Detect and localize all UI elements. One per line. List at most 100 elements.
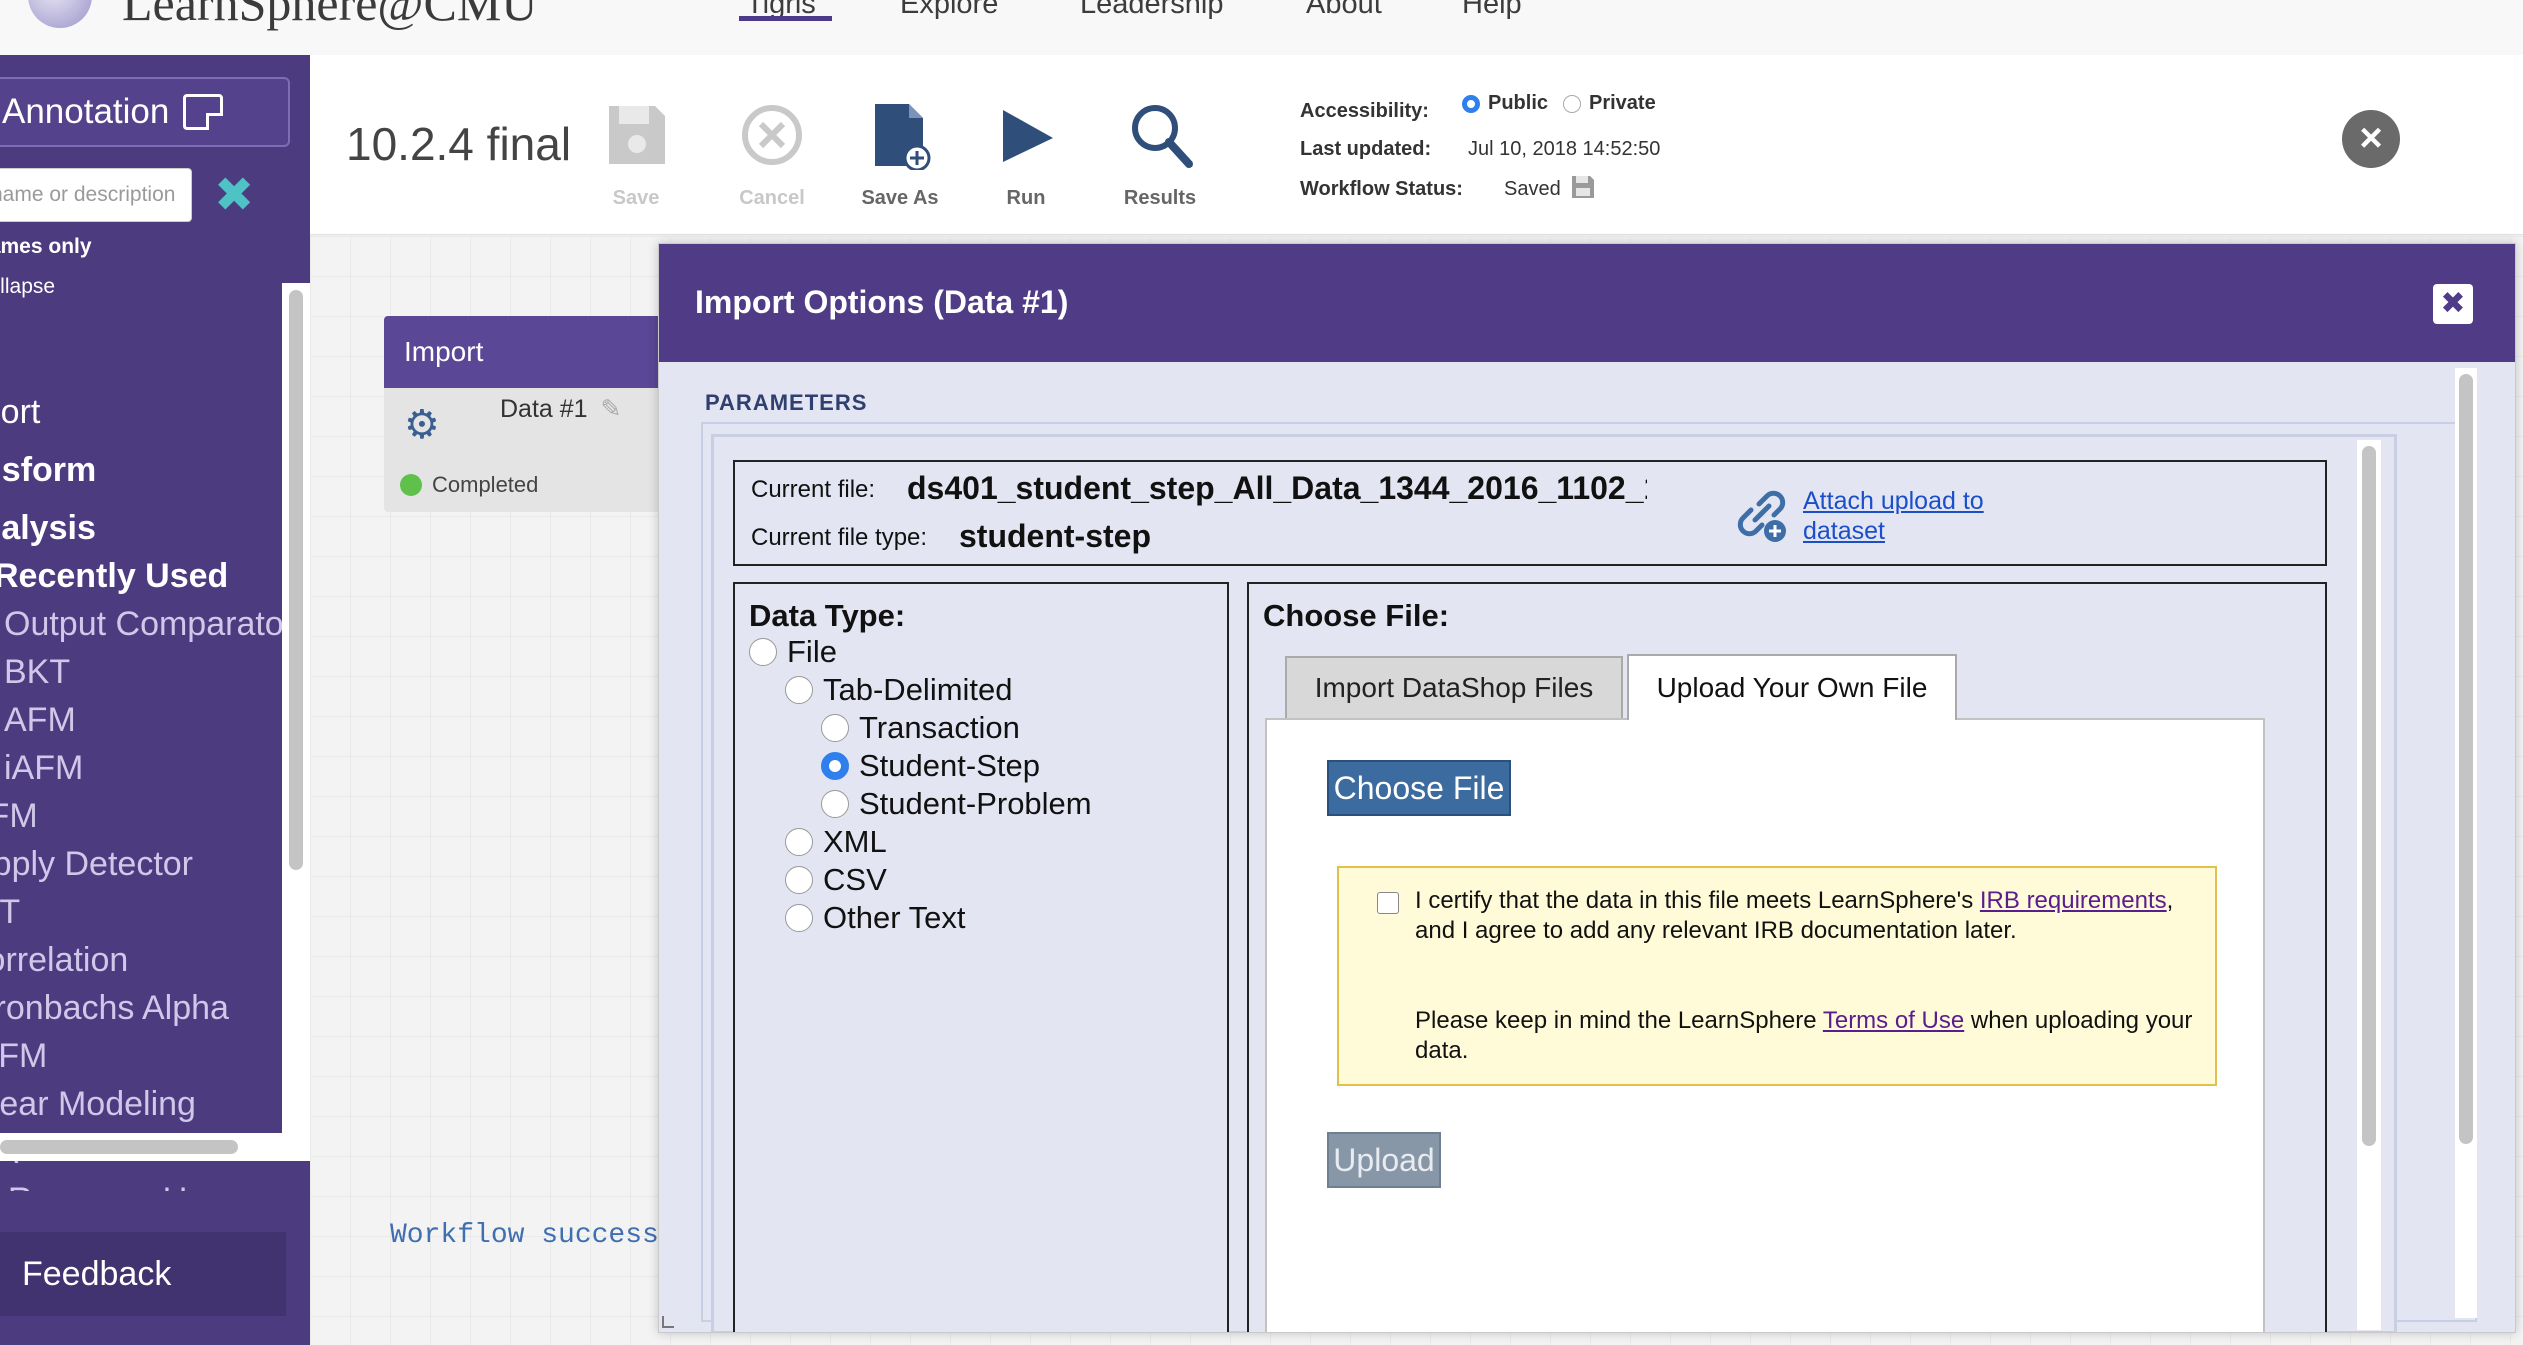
radio-unchecked-icon: [821, 714, 849, 742]
floppy-disk-icon: [609, 106, 665, 164]
data-type-label: Other Text: [823, 900, 966, 935]
tree-item-output-comparator[interactable]: Output Comparator: [4, 605, 282, 644]
resize-grip-icon[interactable]: [662, 1316, 674, 1328]
saved-floppy-icon: [1572, 176, 1594, 198]
clear-x-icon[interactable]: ✖: [214, 172, 254, 220]
data-type-xml[interactable]: XML: [785, 824, 887, 860]
node-data-text: Data #1: [500, 395, 588, 423]
data-type-student-step[interactable]: Student-Step: [821, 748, 1040, 784]
note-icon: [183, 94, 224, 130]
tab-upload-your-own-file[interactable]: Upload Your Own File: [1627, 654, 1957, 720]
save-label: Save: [612, 187, 660, 209]
component-search-input[interactable]: [0, 168, 192, 222]
run-button[interactable]: Run: [966, 100, 1086, 210]
radio-unchecked-icon: [749, 638, 777, 666]
last-updated-value: Jul 10, 2018 14:52:50: [1468, 138, 1661, 160]
current-file-type-label: Current file type:: [751, 524, 928, 551]
tree-item-correlation[interactable]: Correlation: [0, 941, 128, 980]
radio-unchecked-icon: [785, 866, 813, 894]
status-dot-icon: [400, 474, 422, 496]
terms-prefix: Please keep in mind the LearnSphere: [1415, 1007, 1823, 1034]
pencil-icon[interactable]: ✎: [601, 395, 622, 423]
data-type-label: CSV: [823, 862, 887, 897]
last-updated-label: Last updated:: [1300, 138, 1432, 160]
collapse-option[interactable]: collapse: [0, 275, 55, 299]
run-label: Run: [1006, 187, 1046, 209]
tree-item-apply-detector[interactable]: Apply Detector: [0, 845, 193, 884]
feedback-button[interactable]: Feedback: [0, 1232, 286, 1316]
tree-item-transform[interactable]: Transform: [0, 451, 96, 490]
sidebar-horizontal-scroll-thumb[interactable]: [0, 1140, 238, 1154]
close-circle-icon[interactable]: ×: [2342, 110, 2400, 168]
save-as-label: Save As: [861, 187, 939, 209]
tree-item-cronbachs-alpha[interactable]: Cronbachs Alpha: [0, 989, 229, 1028]
radio-unchecked-icon: [785, 676, 813, 704]
cancel-circle-icon: [742, 105, 802, 165]
brand-name[interactable]: LearnSphere@CMU: [122, 0, 537, 32]
nav-link-help[interactable]: Help: [1462, 0, 1522, 21]
workflow-title[interactable]: 10.2.4 final: [346, 117, 571, 171]
gear-icon[interactable]: ⚙: [404, 402, 440, 448]
parameters-vertical-scroll-thumb[interactable]: [2362, 446, 2376, 1146]
sidebar-vertical-scroll-thumb[interactable]: [289, 290, 303, 870]
dialog-vertical-scroll-thumb[interactable]: [2459, 374, 2473, 1144]
private-radio[interactable]: Private: [1563, 92, 1656, 115]
tree-item-iafm[interactable]: iAFM: [4, 749, 83, 788]
workflow-status-value: Saved: [1504, 178, 1561, 200]
dialog-title: Import Options (Data #1): [695, 284, 1069, 320]
attach-upload-link[interactable]: Attach upload to dataset: [1803, 486, 2023, 546]
tab-import-datashop-files[interactable]: Import DataShop Files: [1285, 656, 1623, 718]
upload-button[interactable]: Upload: [1327, 1132, 1441, 1188]
tree-item-bkt[interactable]: BKT: [4, 653, 70, 692]
nav-link-about[interactable]: About: [1306, 0, 1382, 21]
save-as-document-icon: [875, 104, 931, 172]
import-component-node[interactable]: Import ⚙ Data #1 ✎ Completed: [384, 316, 684, 512]
nav-link-leadership[interactable]: Leadership: [1080, 0, 1224, 21]
node-data-label[interactable]: Data #1 ✎: [500, 394, 621, 424]
nav-link-explore[interactable]: Explore: [900, 0, 998, 21]
current-file-label: Current file:: [751, 476, 876, 503]
data-type-label: Student-Problem: [859, 786, 1092, 821]
names-only-option[interactable]: names only: [0, 235, 92, 259]
data-type-csv[interactable]: CSV: [785, 862, 887, 898]
irb-requirements-link[interactable]: IRB requirements: [1980, 887, 2167, 914]
cancel-button[interactable]: Cancel: [712, 100, 832, 210]
tree-item-afm[interactable]: AFM: [4, 701, 76, 740]
globe-logo-icon[interactable]: [28, 0, 92, 28]
tree-item-linear-modeling[interactable]: Linear Modeling: [0, 1085, 196, 1124]
data-type-transaction[interactable]: Transaction: [821, 710, 1020, 746]
tree-item-analysis[interactable]: Analysis: [0, 509, 96, 548]
certify-checkbox[interactable]: [1377, 892, 1399, 914]
magnifier-icon: [1132, 105, 1193, 168]
tree-item-iafm-2[interactable]: iAFM: [0, 1037, 47, 1076]
data-type-label: Student-Step: [859, 748, 1040, 783]
certify-text: I certify that the data in this file mee…: [1415, 886, 2195, 946]
accessibility-label: Accessibility:: [1300, 100, 1429, 122]
link-plus-icon[interactable]: [1729, 484, 1791, 546]
radio-unchecked-icon: [785, 904, 813, 932]
component-tree: Import Transform Analysis Recently Used …: [0, 335, 282, 1191]
tree-item-recently-used[interactable]: Recently Used: [0, 557, 228, 596]
terms-of-use-link[interactable]: Terms of Use: [1823, 1007, 1964, 1034]
data-type-student-problem[interactable]: Student-Problem: [821, 786, 1092, 822]
results-label: Results: [1123, 187, 1197, 209]
public-radio[interactable]: Public: [1462, 92, 1548, 115]
irb-certification-notice: I certify that the data in this file mee…: [1337, 866, 2217, 1086]
node-status: Completed: [432, 472, 539, 497]
data-type-label: Transaction: [859, 710, 1020, 745]
annotation-button[interactable]: Annotation: [0, 77, 290, 147]
data-type-other-text[interactable]: Other Text: [785, 900, 965, 936]
data-type-file[interactable]: File: [749, 634, 837, 670]
save-as-button[interactable]: Save As: [840, 100, 960, 210]
tree-item-import[interactable]: Import: [0, 393, 40, 432]
dialog-header[interactable]: Import Options (Data #1) ✖: [659, 244, 2515, 362]
data-type-tab-delimited[interactable]: Tab-Delimited: [785, 672, 1013, 708]
tree-item-tool-resource-use[interactable]: Tool Resource Use: [0, 1181, 223, 1191]
dialog-close-button[interactable]: ✖: [2433, 284, 2473, 324]
tree-item-bkt-2[interactable]: BKT: [0, 893, 20, 932]
save-button[interactable]: Save: [576, 100, 696, 210]
choose-file-button[interactable]: Choose File: [1327, 760, 1511, 816]
tree-item-cfm[interactable]: CFM: [0, 797, 38, 836]
results-button[interactable]: Results: [1100, 100, 1220, 210]
annotation-label: Annotation: [2, 92, 170, 131]
